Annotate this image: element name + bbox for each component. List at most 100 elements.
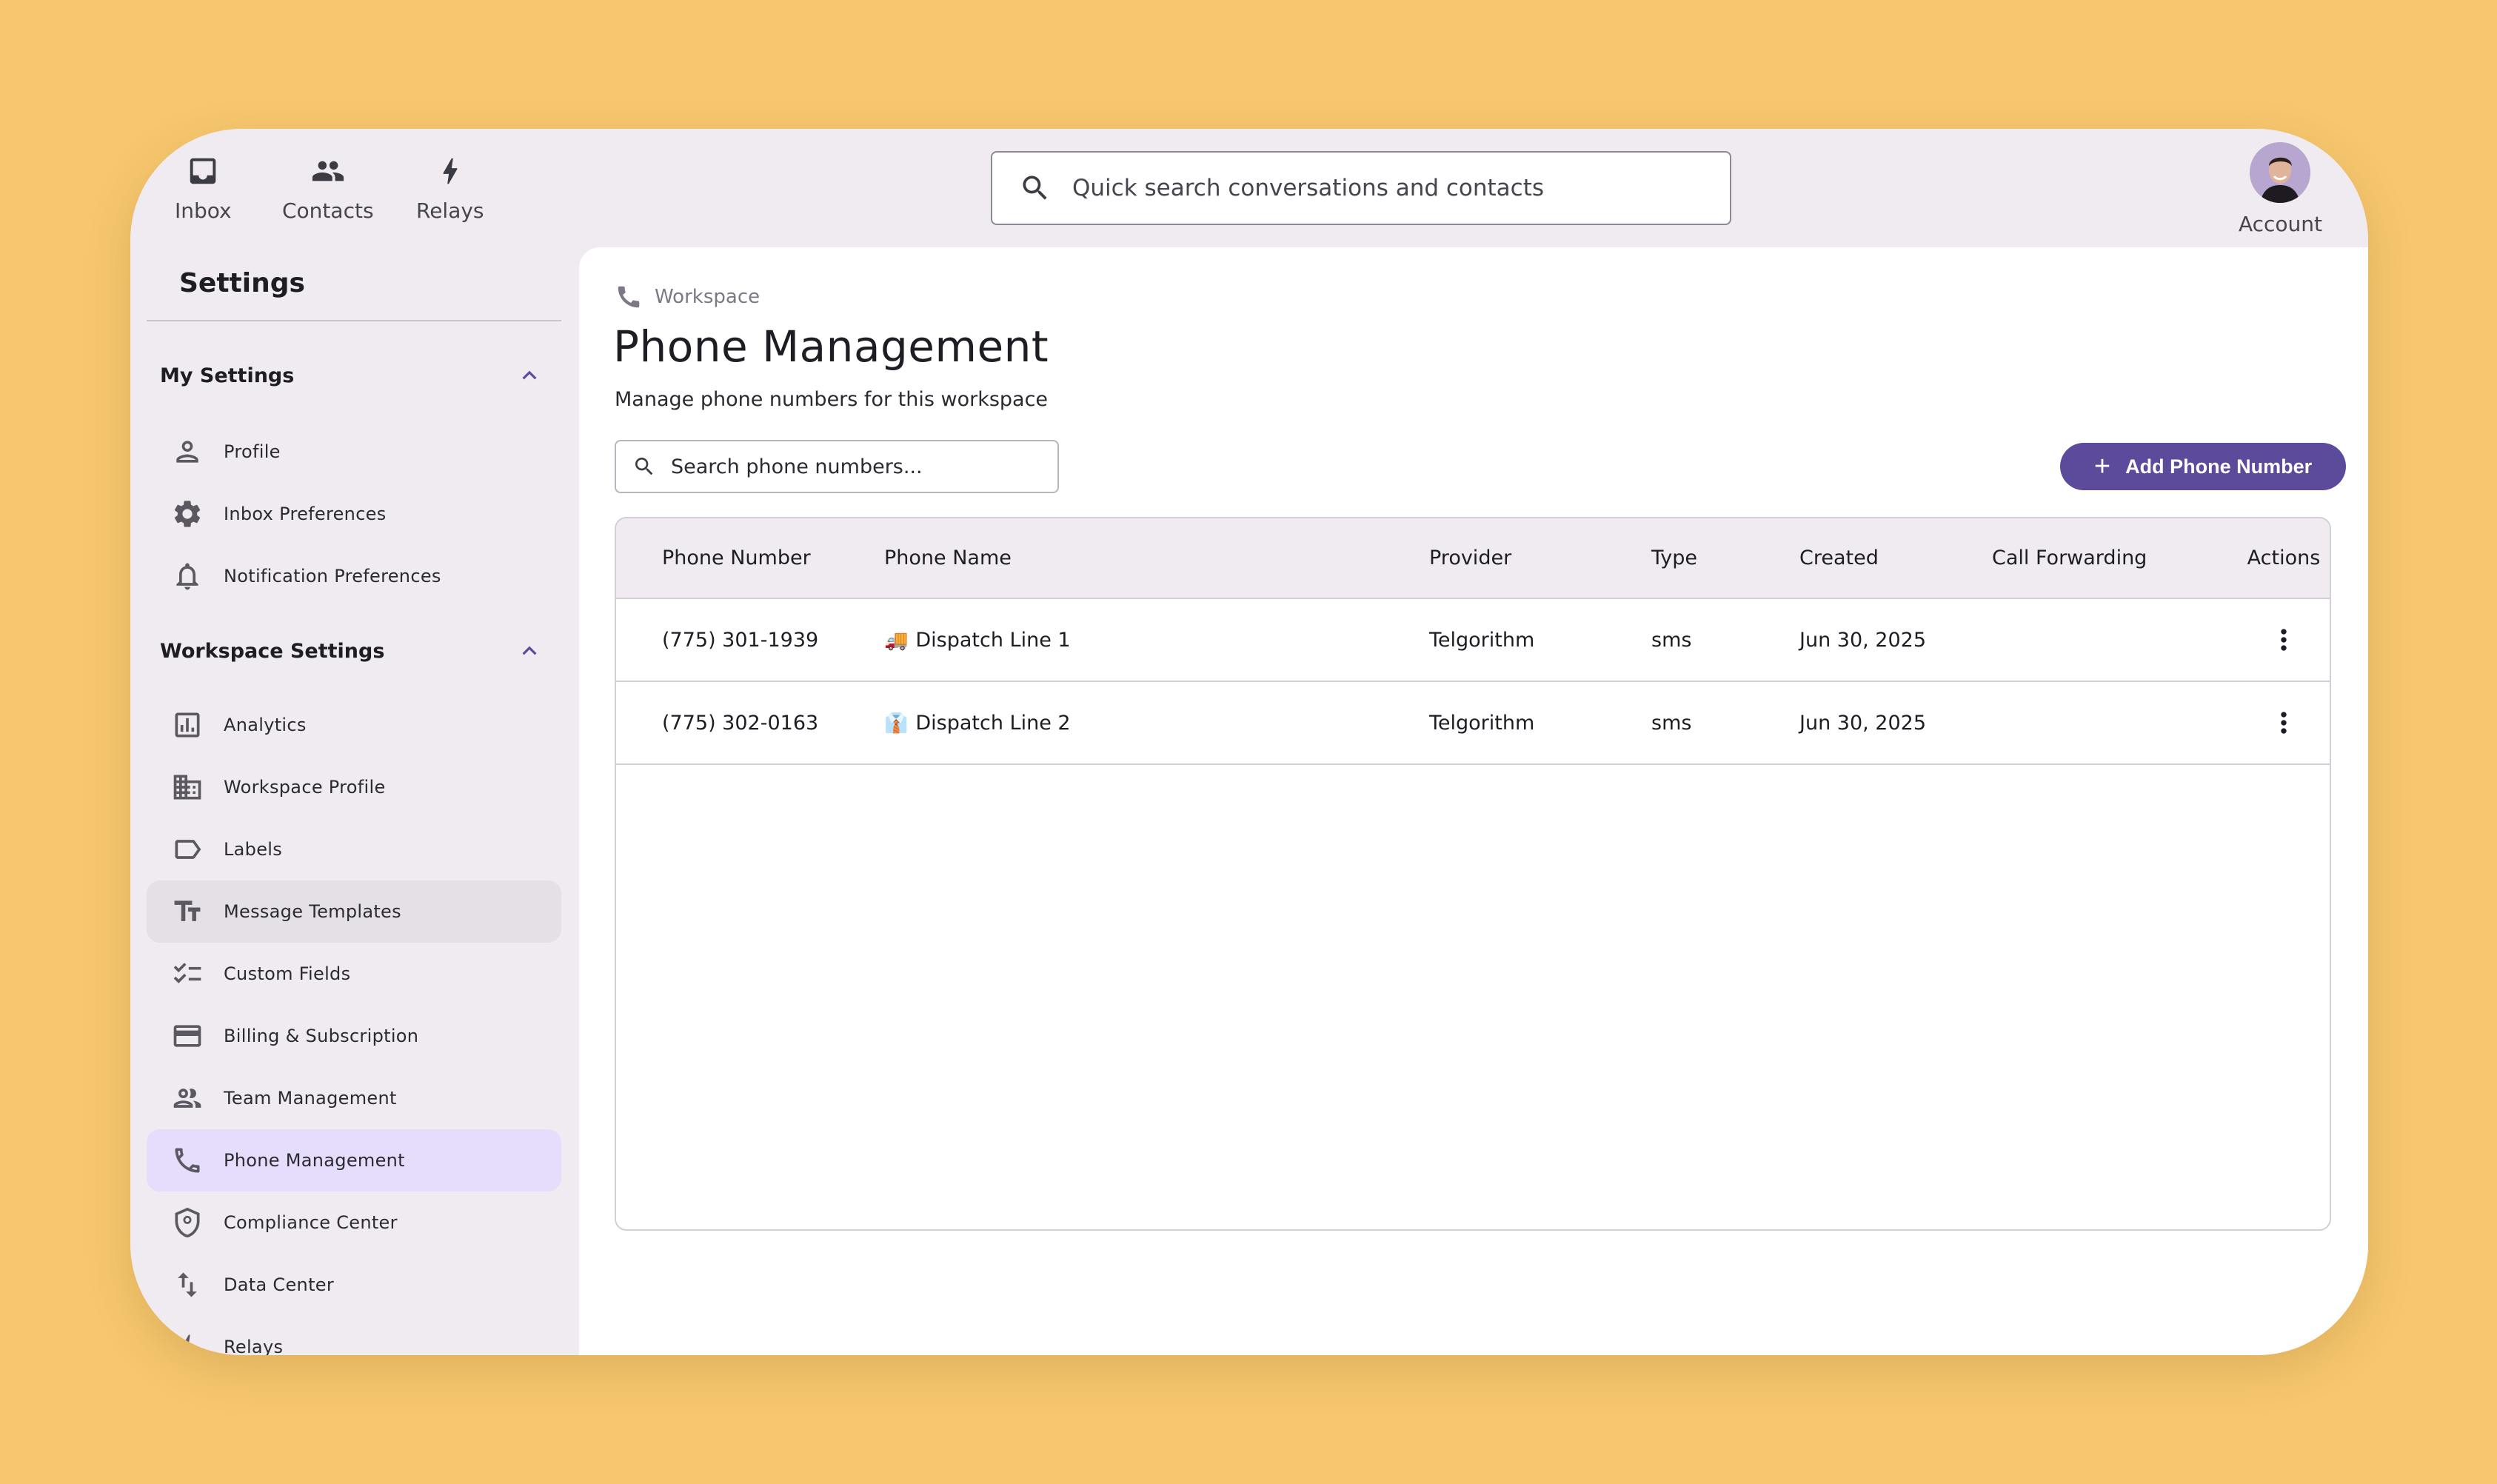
- inbox-icon: [186, 154, 220, 188]
- column-header[interactable]: Type: [1651, 518, 1799, 599]
- building-icon: [170, 770, 204, 804]
- text-fields-icon: [170, 895, 204, 929]
- gear-icon: [170, 497, 204, 531]
- sidebar-item-label: Phone Management: [224, 1150, 405, 1171]
- sidebar-item-labels[interactable]: Labels: [147, 818, 561, 880]
- phone-icon: [618, 286, 640, 308]
- cell-phone-name: 👔 Dispatch Line 2: [884, 681, 1429, 765]
- main-content: Workspace Phone Management Manage phone …: [579, 247, 2368, 1355]
- divider: [147, 320, 561, 321]
- cell-type: sms: [1651, 681, 1799, 765]
- phone-name-text: Dispatch Line 2: [915, 711, 1071, 735]
- bolt-icon: [170, 1330, 204, 1355]
- team-icon: [170, 1081, 204, 1115]
- analytics-icon: [170, 708, 204, 742]
- phone-name-text: Dispatch Line 1: [915, 628, 1071, 652]
- page-subtitle: Manage phone numbers for this workspace: [615, 388, 1049, 411]
- truck-emoji: 🚚: [884, 629, 909, 652]
- table-row[interactable]: (775) 301-1939 🚚 Dispatch Line 1 Telgorit…: [616, 598, 2330, 682]
- column-header: Actions: [2238, 518, 2330, 599]
- sidebar-item-label: Notification Preferences: [224, 566, 441, 586]
- cell-actions: [2238, 681, 2330, 765]
- sidebar-item-label: Relays: [224, 1337, 284, 1355]
- column-header[interactable]: Phone Number: [616, 518, 884, 599]
- phone-search[interactable]: [615, 440, 1059, 493]
- breadcrumb: Workspace: [615, 283, 760, 311]
- sidebar-item-profile[interactable]: Profile: [147, 421, 561, 483]
- cell-provider: Telgorithm: [1429, 681, 1651, 765]
- credit-card-icon: [170, 1019, 204, 1053]
- column-header[interactable]: Phone Name: [884, 518, 1429, 599]
- top-navigation: Inbox Contacts Relays Quick search conve…: [130, 129, 2368, 247]
- breadcrumb-workspace[interactable]: Workspace: [655, 286, 760, 308]
- nav-inbox-label: Inbox: [175, 198, 232, 223]
- table-header-row: Phone Number Phone Name Provider Type Cr…: [616, 518, 2330, 599]
- sidebar-item-label: Inbox Preferences: [224, 504, 387, 524]
- search-icon: [1023, 176, 1047, 200]
- global-search[interactable]: [991, 151, 1731, 225]
- section-my-settings[interactable]: My Settings: [147, 357, 561, 394]
- column-header[interactable]: Provider: [1429, 518, 1651, 599]
- search-icon: [635, 458, 653, 475]
- column-header[interactable]: Call Forwarding: [1992, 518, 2238, 599]
- more-vert-icon[interactable]: [2267, 628, 2300, 651]
- chevron-up-icon: [522, 646, 537, 655]
- column-header[interactable]: Created: [1799, 518, 1992, 599]
- add-phone-number-button[interactable]: + Add Phone Number: [2060, 443, 2346, 490]
- account-label: Account: [2238, 212, 2322, 236]
- cell-actions: [2238, 598, 2330, 682]
- chevron-up-icon: [522, 370, 537, 380]
- cell-created: Jun 30, 2025: [1799, 681, 1992, 765]
- sidebar-item-message-templates[interactable]: Message Templates: [147, 880, 561, 943]
- add-phone-number-label: Add Phone Number: [2125, 455, 2313, 478]
- section-workspace-settings[interactable]: Workspace Settings: [147, 632, 561, 669]
- account-menu[interactable]: Account: [2239, 142, 2322, 236]
- cell-provider: Telgorithm: [1429, 598, 1651, 682]
- sidebar-item-compliance-center[interactable]: Compliance Center: [147, 1191, 561, 1254]
- sidebar-item-label: Custom Fields: [224, 963, 351, 984]
- necktie-emoji: 👔: [884, 712, 909, 735]
- sidebar-item-label: Data Center: [224, 1274, 335, 1295]
- sidebar-item-billing[interactable]: Billing & Subscription: [147, 1005, 561, 1067]
- sidebar-item-custom-fields[interactable]: Custom Fields: [147, 943, 561, 1005]
- bolt-icon: [433, 154, 467, 188]
- nav-inbox[interactable]: Inbox: [175, 154, 232, 223]
- cell-call-forwarding: [1992, 681, 2238, 765]
- app-window: Inbox Contacts Relays Quick search conve…: [130, 129, 2368, 1355]
- sidebar-item-label: Message Templates: [224, 901, 401, 922]
- sidebar-title: Settings: [179, 268, 305, 298]
- nav-relays[interactable]: Relays: [416, 154, 484, 223]
- more-vert-icon[interactable]: [2267, 711, 2300, 734]
- person-icon: [170, 435, 204, 469]
- checklist-icon: [170, 957, 204, 991]
- section-workspace-settings-label: Workspace Settings: [160, 639, 385, 663]
- avatar[interactable]: [2250, 142, 2311, 203]
- nav-contacts-label: Contacts: [282, 198, 374, 223]
- settings-sidebar: Settings My Settings Profile Inbox Prefe…: [147, 247, 561, 1355]
- cell-created: Jun 30, 2025: [1799, 598, 1992, 682]
- phone-search-input[interactable]: [671, 455, 1056, 478]
- swap-vertical-icon: [170, 1268, 204, 1302]
- table-row[interactable]: (775) 302-0163 👔 Dispatch Line 2 Telgorit…: [616, 681, 2330, 765]
- global-search-input[interactable]: [1072, 175, 1709, 201]
- sidebar-item-workspace-profile[interactable]: Workspace Profile: [147, 756, 561, 818]
- plus-icon: +: [2093, 451, 2111, 482]
- sidebar-item-label: Analytics: [224, 715, 307, 735]
- cell-phone-name: 🚚 Dispatch Line 1: [884, 598, 1429, 682]
- sidebar-item-analytics[interactable]: Analytics: [147, 694, 561, 756]
- cell-phone-number: (775) 301-1939: [616, 598, 884, 682]
- sidebar-item-data-center[interactable]: Data Center: [147, 1254, 561, 1316]
- sidebar-item-team-management[interactable]: Team Management: [147, 1067, 561, 1129]
- nav-contacts[interactable]: Contacts: [282, 154, 374, 223]
- sidebar-item-inbox-preferences[interactable]: Inbox Preferences: [147, 483, 561, 545]
- sidebar-item-label: Labels: [224, 839, 283, 860]
- shield-icon: [170, 1206, 204, 1240]
- section-my-settings-label: My Settings: [160, 364, 295, 387]
- nav-relays-label: Relays: [416, 198, 484, 223]
- sidebar-item-label: Team Management: [224, 1088, 397, 1109]
- sidebar-item-label: Profile: [224, 441, 281, 462]
- sidebar-item-notification-preferences[interactable]: Notification Preferences: [147, 545, 561, 607]
- sidebar-item-phone-management[interactable]: Phone Management: [147, 1129, 561, 1191]
- phone-icon: [170, 1143, 204, 1177]
- sidebar-item-relays[interactable]: Relays: [147, 1316, 561, 1355]
